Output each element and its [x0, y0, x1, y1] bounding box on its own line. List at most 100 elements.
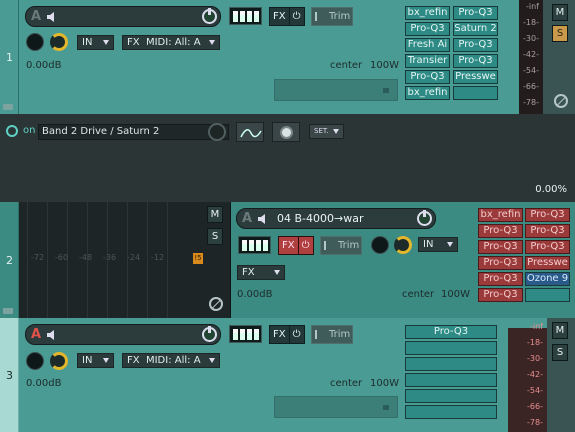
fx-slot[interactable]: Pro-Q3 [453, 54, 498, 68]
fx-bypass-icon[interactable]: ⏻ [297, 237, 313, 254]
midi-input-select[interactable]: FX MIDI: All: A [122, 35, 220, 50]
clip-indicator[interactable]: !5 [193, 253, 203, 264]
trim-button[interactable]: Trim [311, 7, 353, 26]
fx-slot[interactable]: Pro-Q3 [478, 272, 523, 286]
fx-slot[interactable] [405, 357, 497, 371]
folder-icon[interactable] [3, 104, 13, 110]
track-2[interactable]: 2 -72 -60 -48 -36 -24 -12 !5 M S A 04 B-4000→… [0, 202, 575, 318]
fx-slot[interactable]: Pro-Q3 [478, 288, 523, 302]
fx-slot[interactable]: bx_refin [405, 6, 450, 20]
solo-button[interactable]: S [207, 228, 223, 245]
fx-slot[interactable]: Pro-Q3 [478, 240, 523, 254]
track-number-panel[interactable]: 2 [0, 202, 19, 318]
fx-power-icon[interactable] [202, 326, 217, 342]
fx-slot[interactable] [405, 405, 497, 419]
volume-knob[interactable] [50, 33, 68, 51]
meter-scale-label: -18- [527, 338, 543, 347]
solo-button[interactable]: S [552, 344, 568, 361]
record-monitor-button[interactable] [371, 236, 389, 254]
fx-slot[interactable]: Pro-Q3 [525, 224, 570, 238]
envelope-arm-button[interactable] [272, 122, 300, 142]
fx-button[interactable]: FX [279, 237, 298, 254]
record-arm-icon[interactable]: A [31, 9, 41, 24]
fx-slot[interactable]: Pro-Q3 [405, 70, 450, 84]
track-3[interactable]: 3 A FX ⏻ Trim IN FX MIDI: All: A 0.00dB c… [0, 318, 575, 432]
fx-slot[interactable]: Pro-Q3 [478, 224, 523, 238]
fx-slot[interactable]: bx_refin [478, 208, 523, 222]
fx-slot[interactable]: Presswe [525, 256, 570, 270]
volume-knob[interactable] [50, 352, 68, 370]
horizontal-meter[interactable]: -72 -60 -48 -36 -24 -12 !5 M S [19, 202, 231, 318]
solo-button[interactable]: S [552, 25, 568, 42]
input-select[interactable]: IN [418, 237, 458, 252]
fx-button-group[interactable]: FX ⏻ [269, 325, 305, 344]
envelope-name[interactable]: Band 2 Drive / Saturn 2 [38, 124, 229, 140]
record-arm-icon[interactable]: A [31, 327, 41, 342]
fx-slot[interactable] [453, 86, 498, 100]
mute-button[interactable]: M [552, 322, 568, 339]
record-arm-icon[interactable]: A [242, 211, 252, 226]
envelope-lane[interactable]: on Band 2 Drive / Saturn 2 SET. 0.00% [0, 114, 575, 202]
trim-button[interactable]: Trim [320, 236, 362, 255]
io-routing-button[interactable] [229, 7, 262, 25]
fx-button-group[interactable]: FX ⏻ [269, 7, 305, 26]
fx-slot[interactable]: Pro-Q3 [525, 208, 570, 222]
fx-slot[interactable]: Ozone 9 [525, 272, 570, 286]
input-select[interactable]: IN [77, 35, 114, 50]
fx-slot[interactable]: Pro-Q3 [525, 240, 570, 254]
trim-button[interactable]: Trim [311, 325, 353, 344]
level-meter[interactable]: -inf -18- -30- -42- -54- -66- -78- [508, 322, 547, 432]
envelope-toggle-label[interactable]: on [23, 125, 35, 136]
fx-slot[interactable] [405, 389, 497, 403]
fx-button-group[interactable]: FX ⏻ [278, 236, 314, 255]
folder-icon[interactable] [3, 308, 13, 314]
mute-button[interactable]: M [207, 206, 223, 223]
io-routing-button[interactable] [229, 325, 262, 343]
track-number-panel[interactable]: 3 [0, 318, 19, 432]
envelope-shape-button[interactable] [236, 122, 264, 142]
io-routing-button[interactable] [238, 236, 271, 254]
track-number-panel[interactable]: 1 [0, 0, 19, 114]
fx-slot[interactable]: Pro-Q3 [453, 6, 498, 20]
fx-select[interactable]: FX [237, 265, 285, 280]
fx-slot[interactable] [405, 373, 497, 387]
phase-icon[interactable] [209, 297, 223, 311]
speaker-icon[interactable] [47, 330, 57, 340]
phase-icon[interactable] [554, 94, 568, 108]
fx-power-icon[interactable] [202, 8, 217, 24]
fx-slot[interactable]: Fresh Ai [405, 38, 450, 52]
fx-slot[interactable]: Pro-Q3 [453, 38, 498, 52]
record-monitor-button[interactable] [26, 352, 44, 370]
pan-slider[interactable] [274, 79, 398, 101]
record-monitor-button[interactable] [26, 33, 44, 51]
midi-input-select[interactable]: FX MIDI: All: A [122, 353, 220, 368]
fx-slot[interactable]: Saturn 2 [453, 22, 498, 36]
track-name-field[interactable]: A 04 B-4000→war [236, 208, 436, 229]
fx-button[interactable]: FX [270, 8, 289, 25]
fx-slot[interactable] [525, 288, 570, 302]
pan-slider[interactable] [274, 396, 398, 418]
fx-slot[interactable]: bx_refin [405, 86, 450, 100]
envelope-settings-select[interactable]: SET. [309, 124, 344, 139]
fx-slot[interactable]: Transier [405, 54, 450, 68]
fx-slot[interactable]: Pro-Q3 [478, 256, 523, 270]
level-meter[interactable]: -inf -18- -30- -42- -54- -66- -78- [519, 0, 543, 114]
fx-slot[interactable]: Pro-Q3 [405, 22, 450, 36]
track-1[interactable]: 1 A FX ⏻ Trim IN FX MIDI: All: A 0.00dB c… [0, 0, 575, 114]
speaker-icon[interactable] [258, 214, 268, 224]
fx-button[interactable]: FX [270, 326, 289, 343]
fx-slot[interactable] [405, 341, 497, 355]
fx-power-icon[interactable] [417, 210, 432, 226]
envelope-knob[interactable] [208, 123, 226, 141]
fx-bypass-icon[interactable]: ⏻ [288, 8, 304, 25]
input-select[interactable]: IN [77, 353, 114, 368]
fx-bypass-icon[interactable]: ⏻ [288, 326, 304, 343]
mute-button[interactable]: M [552, 4, 568, 21]
track-name-field[interactable]: A [25, 6, 221, 27]
fx-slot[interactable]: Pro-Q3 [405, 325, 497, 339]
envelope-toggle-icon[interactable] [6, 125, 18, 137]
volume-knob[interactable] [394, 236, 412, 254]
track-name-field[interactable]: A [25, 324, 221, 345]
speaker-icon[interactable] [47, 12, 57, 22]
fx-slot[interactable]: Presswe [453, 70, 498, 84]
